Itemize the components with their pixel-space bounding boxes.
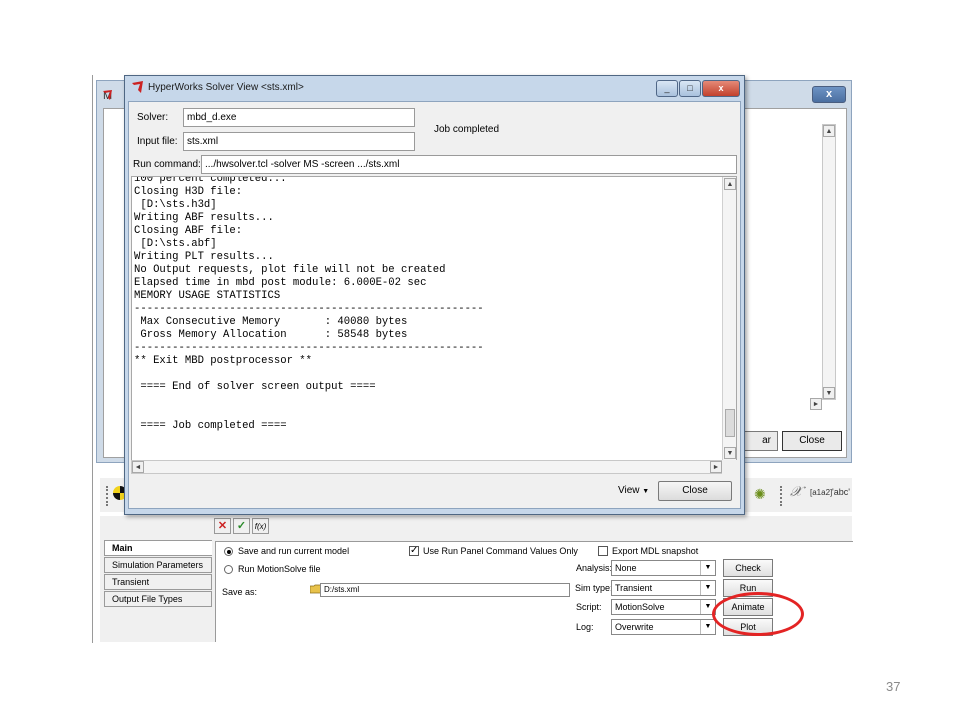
analysis-label: Analysis: <box>576 563 613 573</box>
analysis-value: None <box>615 563 637 573</box>
save-as-field[interactable]: D:/sts.xml <box>320 583 570 597</box>
sim-type-select[interactable]: Transient ▼ <box>611 580 716 596</box>
script-value: MotionSolve <box>615 602 665 612</box>
export-mdl-label: Export MDL snapshot <box>612 546 699 556</box>
maximize-button[interactable]: □ <box>679 80 701 97</box>
solver-field[interactable]: mbd_d.exe <box>183 108 415 127</box>
toolbar-separator <box>780 486 783 506</box>
chevron-down-icon: ▼ <box>642 488 650 495</box>
cancel-icon[interactable]: ✕ <box>214 518 231 534</box>
view-menu-label: View <box>618 485 640 496</box>
background-close-x-button[interactable]: x <box>812 86 846 103</box>
expression-icon[interactable]: 𝒳 <box>790 484 802 500</box>
debug-icon[interactable]: ✺ <box>754 486 774 502</box>
solver-label: Solver: <box>137 112 169 123</box>
matrix-icon[interactable]: [a1a2] <box>810 488 832 497</box>
tab-main[interactable]: Main <box>104 540 212 556</box>
input-file-label: Input file: <box>137 136 178 147</box>
scroll-up-icon[interactable]: ▲ <box>823 125 835 137</box>
slide-number: 37 <box>886 679 901 694</box>
log-value: Overwrite <box>615 622 654 632</box>
scroll-up-icon[interactable]: ▲ <box>724 178 736 190</box>
function-icon[interactable]: f(x) <box>252 518 269 534</box>
scroll-down-icon[interactable]: ▼ <box>823 387 835 399</box>
tab-output-file-types[interactable]: Output File Types <box>104 591 212 607</box>
sim-type-value: Transient <box>615 583 653 593</box>
scroll-right-icon[interactable]: ► <box>710 461 722 473</box>
solver-output-console[interactable]: 100 percent completed... Closing H3D fil… <box>131 176 737 461</box>
expression-toolbar: ✕ ✓ f(x) <box>214 518 272 536</box>
log-select[interactable]: Overwrite ▼ <box>611 619 716 635</box>
use-run-panel-checkbox[interactable]: ✓ <box>409 546 419 556</box>
scroll-right-icon[interactable]: ► <box>810 398 822 410</box>
console-horizontal-scrollbar[interactable]: ◄ ► <box>131 460 723 474</box>
log-label: Log: <box>576 622 594 632</box>
close-button[interactable]: Close <box>658 481 732 501</box>
tab-transient[interactable]: Transient <box>104 574 212 590</box>
view-menu[interactable]: View ▼ <box>618 485 649 496</box>
sim-type-label: Sim type: <box>575 583 613 593</box>
radio-run-motionsolve-file-label: Run MotionSolve file <box>238 564 321 574</box>
run-command-label: Run command: <box>133 159 201 170</box>
chevron-down-icon: ▼ <box>700 620 715 634</box>
save-as-label: Save as: <box>222 587 258 597</box>
check-button[interactable]: Check <box>723 559 773 577</box>
input-file-field[interactable]: sts.xml <box>183 132 415 151</box>
radio-save-and-run-label: Save and run current model <box>238 546 350 556</box>
scroll-corner <box>722 460 737 474</box>
run-command-field[interactable]: .../hwsolver.tcl -solver MS -screen .../… <box>201 155 737 174</box>
apply-icon[interactable]: ✓ <box>233 518 250 534</box>
highlight-ellipse <box>712 592 804 636</box>
background-close-button[interactable]: Close <box>782 431 842 451</box>
scroll-left-icon[interactable]: ◄ <box>132 461 144 473</box>
console-text: 100 percent completed... Closing H3D fil… <box>134 176 484 432</box>
tab-simulation-parameters[interactable]: Simulation Parameters <box>104 557 212 573</box>
hyperworks-logo-icon <box>132 81 143 93</box>
close-x-button[interactable]: x <box>702 80 740 97</box>
string-icon[interactable]: 'abc' <box>832 487 850 497</box>
radio-run-motionsolve-file[interactable] <box>224 565 233 574</box>
hyperworks-logo-icon <box>103 90 112 100</box>
script-label: Script: <box>576 602 602 612</box>
console-vertical-scrollbar[interactable]: ▲ ▼ <box>722 177 736 460</box>
job-status: Job completed <box>434 124 500 135</box>
export-mdl-checkbox[interactable] <box>598 546 608 556</box>
scroll-down-icon[interactable]: ▼ <box>724 447 736 459</box>
use-run-panel-label: Use Run Panel Command Values Only <box>423 546 578 556</box>
minimize-button[interactable]: _ <box>656 80 678 97</box>
script-select[interactable]: MotionSolve ▼ <box>611 599 716 615</box>
analysis-select[interactable]: None ▼ <box>611 560 716 576</box>
toolbar-separator <box>106 486 109 506</box>
chevron-down-icon: ▼ <box>700 581 715 595</box>
radio-save-and-run[interactable] <box>224 547 233 556</box>
scroll-thumb[interactable] <box>725 409 735 437</box>
dialog-title: HyperWorks Solver View <sts.xml> <box>148 82 304 93</box>
chevron-down-icon: ▼ <box>700 561 715 575</box>
background-vertical-scrollbar[interactable]: ▲ ▼ <box>822 124 836 400</box>
run-panel-tabs: Main Simulation Parameters Transient Out… <box>104 540 212 610</box>
